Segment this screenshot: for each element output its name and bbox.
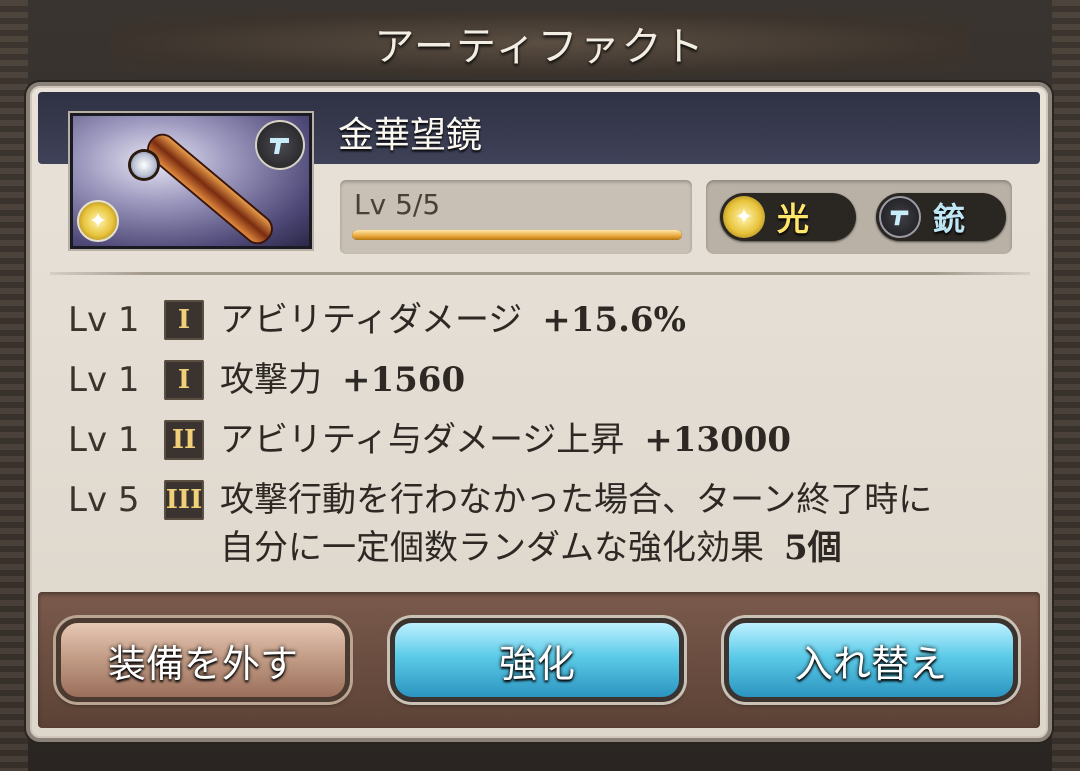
enhance-button[interactable]: 強化 [390,618,684,702]
skill-value: +13000 [644,420,792,460]
skill-value: 5個 [784,528,842,568]
skill-name: アビリティダメージ [220,300,523,340]
weapon-type-label: 銃 [933,200,966,238]
skill-row: Lv 5 III 攻撃行動を行わなかった場合、ターン終了時に 自分に一定個数ラン… [68,476,1028,572]
level-progress-bar [352,230,682,240]
skill-name: アビリティ与ダメージ上昇 [220,420,625,460]
gun-icon [879,196,921,238]
window-title: アーティファクト [374,24,706,70]
frame-right-decoration [1052,0,1080,771]
skill-level: Lv 5 [68,480,140,520]
section-divider [50,272,1030,275]
skill-level: Lv 1 [68,300,140,340]
skill-tier-badge: I [164,360,204,400]
telescope-lens [131,152,157,178]
level-text: Lv 5/5 [354,188,441,221]
light-element-icon: ✦ [723,196,765,238]
action-bar: 装備を外す 強化 入れ替え [38,592,1040,728]
swap-button[interactable]: 入れ替え [724,618,1018,702]
element-chip: ✦ 光 [720,193,856,241]
skill-value: +15.6% [542,300,686,340]
weapon-type-chip: 銃 [876,193,1006,241]
skill-line-1: 攻撃行動を行わなかった場合、ターン終了時に [220,480,933,520]
skill-row: Lv 1 I 攻撃力 +1560 [68,356,1028,416]
skill-tier-badge: II [164,420,204,460]
skill-level: Lv 1 [68,360,140,400]
skill-description: アビリティダメージ +15.6% [220,296,686,344]
item-name: 金華望鏡 [338,115,483,156]
gun-icon [255,120,305,170]
skill-level: Lv 1 [68,420,140,460]
skill-list: Lv 1 I アビリティダメージ +15.6% Lv 1 I 攻撃力 +1560 L… [68,296,1028,572]
unequip-button[interactable]: 装備を外す [56,618,350,702]
skill-description: 攻撃力 +1560 [220,356,465,404]
skill-tier-badge: I [164,300,204,340]
level-progress-fill [352,230,682,240]
skill-name: 攻撃力 [220,360,322,400]
skill-value: +1560 [342,360,466,400]
skill-line-2: 自分に一定個数ランダムな強化効果 [220,528,764,568]
skill-description: アビリティ与ダメージ上昇 +13000 [220,416,791,464]
skill-tier-badge: III [164,480,204,520]
skill-row: Lv 1 II アビリティ与ダメージ上昇 +13000 [68,416,1028,476]
frame-left-decoration [0,0,28,771]
attribute-box: ✦ 光 銃 [706,180,1012,254]
artifact-panel: 金華望鏡 ✦ Lv 5/5 ✦ 光 銃 Lv 1 I アビリティダメージ +15… [26,82,1052,742]
light-element-icon: ✦ [77,200,119,242]
item-thumbnail[interactable]: ✦ [70,113,312,249]
level-box: Lv 5/5 [340,180,692,254]
skill-description: 攻撃行動を行わなかった場合、ターン終了時に 自分に一定個数ランダムな強化効果 5個 [220,476,932,572]
element-label: 光 [777,200,810,238]
window-title-bar: アーティファクト [110,12,970,74]
skill-row: Lv 1 I アビリティダメージ +15.6% [68,296,1028,356]
